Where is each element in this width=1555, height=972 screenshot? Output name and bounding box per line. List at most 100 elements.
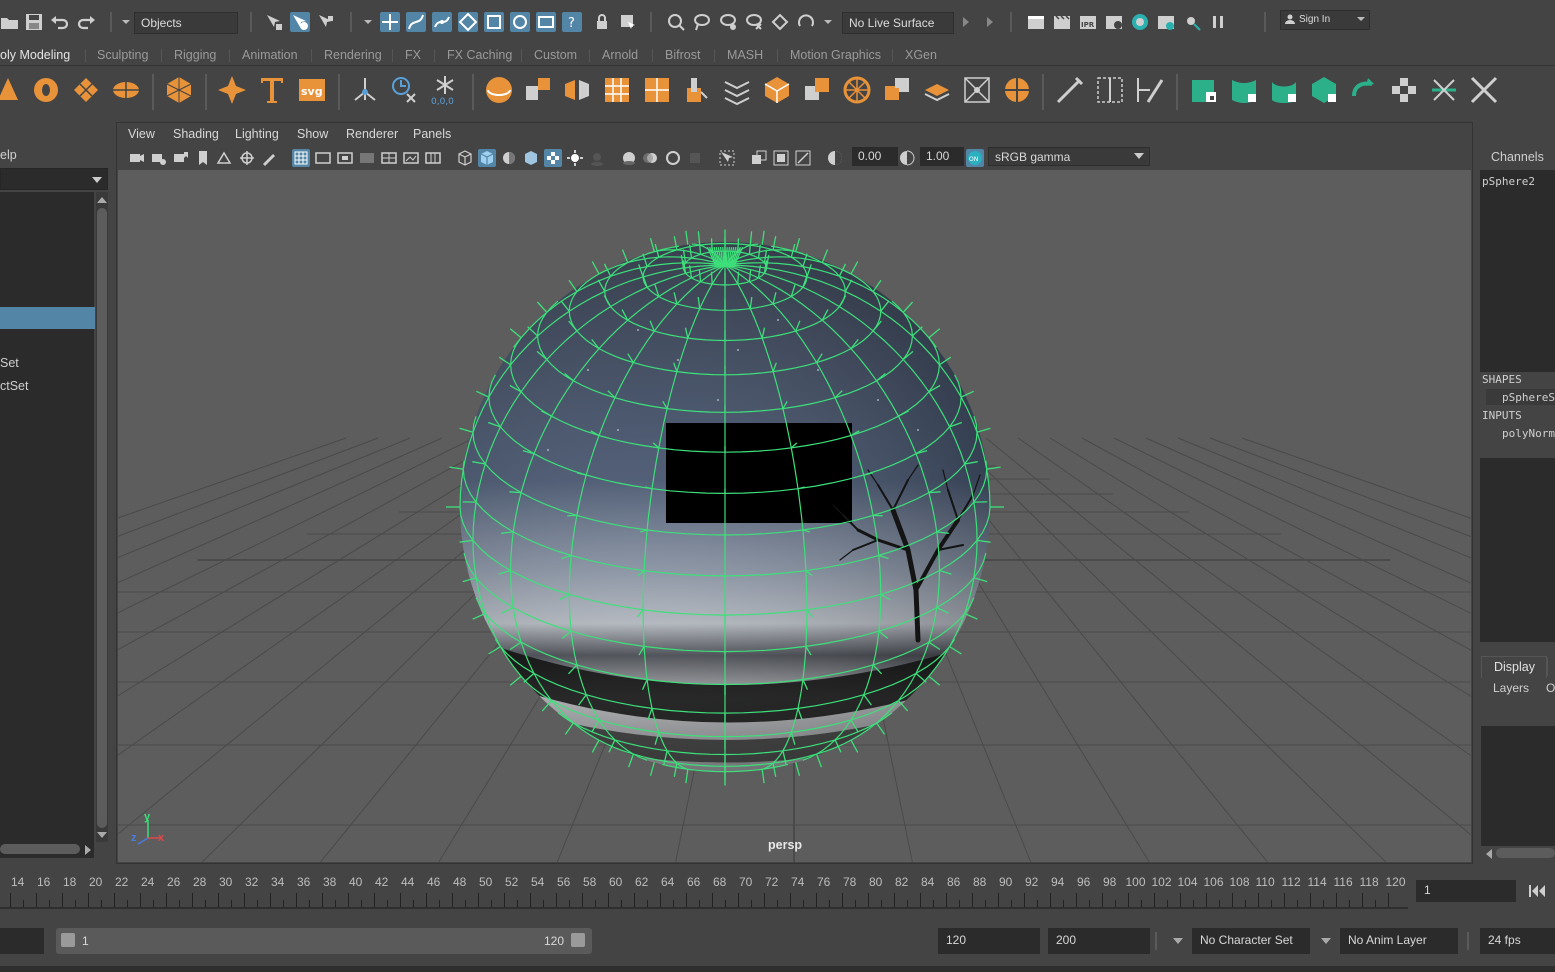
lock-icon[interactable] <box>592 12 612 32</box>
chevron-down-icon[interactable] <box>822 12 834 32</box>
chevron-down-icon[interactable] <box>1320 936 1332 946</box>
outliner-list[interactable] <box>0 192 94 858</box>
render-frame-icon[interactable] <box>1052 12 1072 32</box>
channel-box-horizontal-scrollbar[interactable] <box>1496 848 1555 858</box>
range-start-handle[interactable] <box>61 933 75 947</box>
svg-icon[interactable]: svg <box>296 74 328 106</box>
wireframe-icon[interactable] <box>456 149 474 167</box>
snap-grid-icon[interactable] <box>380 12 400 32</box>
chevron-right-icon[interactable] <box>960 12 972 32</box>
symmetry-icon[interactable] <box>510 12 530 32</box>
mirror-icon[interactable] <box>561 74 593 106</box>
shelf-tab-mash[interactable]: MASH <box>727 48 763 62</box>
smooth-shade-icon[interactable] <box>478 149 496 167</box>
shadows-icon[interactable] <box>588 149 606 167</box>
go-to-start-icon[interactable] <box>1525 882 1549 900</box>
menu-show[interactable]: Show <box>297 127 328 141</box>
tweak-select-icon[interactable] <box>744 12 764 32</box>
delete-history-icon[interactable] <box>389 74 421 106</box>
range-slider-track[interactable] <box>56 928 592 954</box>
menu-shading[interactable]: Shading <box>173 127 219 141</box>
lasso-icon[interactable] <box>692 12 712 32</box>
fps-field[interactable]: 24 fps <box>1480 928 1555 954</box>
redo-icon[interactable] <box>76 12 96 32</box>
channels-menu[interactable]: Channels <box>1491 150 1544 164</box>
select-by-hierarchy-icon[interactable] <box>264 12 284 32</box>
bridge-icon[interactable] <box>721 74 753 106</box>
hypershade-icon[interactable] <box>1130 12 1150 32</box>
planar-map-icon[interactable] <box>1228 74 1260 106</box>
open-scene-icon[interactable] <box>0 12 20 32</box>
chevron-down-icon[interactable] <box>362 12 374 32</box>
sphere-mesh[interactable] <box>446 229 1004 786</box>
shelf-tab-poly-modeling[interactable]: oly Modeling <box>0 48 70 62</box>
xray-components-icon[interactable] <box>794 149 812 167</box>
freeze-transforms-icon[interactable]: 0,0,0 <box>429 74 461 106</box>
input-node-name[interactable]: polyNorm <box>1502 427 1555 440</box>
snap-curve-icon[interactable] <box>406 12 426 32</box>
menu-panels[interactable]: Panels <box>413 127 451 141</box>
target-weld-icon[interactable] <box>1134 74 1166 106</box>
image-plane-icon[interactable] <box>216 149 234 167</box>
bookmark-icon[interactable] <box>194 149 212 167</box>
chevron-right-icon[interactable] <box>984 12 996 32</box>
pan-zoom-icon[interactable] <box>238 149 256 167</box>
exposure-field[interactable]: 0.00 <box>852 147 898 166</box>
scroll-right-icon[interactable] <box>83 844 93 856</box>
scroll-up-icon[interactable] <box>96 195 108 205</box>
render-settings-icon[interactable] <box>1104 12 1124 32</box>
xray-icon[interactable] <box>750 149 768 167</box>
scroll-down-icon[interactable] <box>96 830 108 840</box>
safe-action-icon[interactable] <box>402 149 420 167</box>
undo-icon[interactable] <box>50 12 70 32</box>
bool-intersection-icon[interactable] <box>881 74 913 106</box>
poly-disc-icon[interactable] <box>110 74 142 106</box>
multi-cut-icon[interactable] <box>1054 74 1086 106</box>
isolate-select-icon[interactable] <box>718 149 736 167</box>
extrude-icon[interactable] <box>681 74 713 106</box>
selection-mode-dropdown[interactable]: Objects <box>134 12 238 34</box>
render-setup-icon[interactable] <box>1156 12 1176 32</box>
camera-attributes-icon[interactable] <box>150 149 168 167</box>
type-text-icon[interactable] <box>256 74 288 106</box>
outliner-help-menu[interactable]: elp <box>0 148 17 162</box>
wireframe-on-shaded-icon[interactable] <box>522 149 540 167</box>
select-highlight-icon[interactable] <box>618 12 638 32</box>
sew-uv-icon[interactable] <box>1468 74 1500 106</box>
outliner-horizontal-scrollbar[interactable] <box>0 844 80 854</box>
anim-total-field[interactable]: 200 <box>1048 928 1150 954</box>
character-set-field[interactable]: No Character Set <box>1192 928 1310 954</box>
history-icon[interactable] <box>536 12 556 32</box>
reflect-icon[interactable] <box>796 12 816 32</box>
menu-lighting[interactable]: Lighting <box>235 127 279 141</box>
cylindrical-map-icon[interactable] <box>1268 74 1300 106</box>
color-management-icon[interactable]: ON <box>966 149 984 167</box>
menu-view[interactable]: View <box>128 127 155 141</box>
anim-end-field[interactable]: 120 <box>938 928 1040 954</box>
shelf-tab-sculpting[interactable]: Sculpting <box>97 48 148 62</box>
poly-split-icon[interactable] <box>1001 74 1033 106</box>
poly-torus-icon[interactable] <box>30 74 62 106</box>
resolution-gate-icon[interactable] <box>336 149 354 167</box>
paint-select-icon[interactable] <box>718 12 738 32</box>
pause-icon[interactable] <box>1208 12 1228 32</box>
xray-joints-icon[interactable] <box>772 149 790 167</box>
shelf-tab-rigging[interactable]: Rigging <box>174 48 216 62</box>
tab-display[interactable]: Display <box>1481 656 1547 678</box>
shelf-tab-fx[interactable]: FX <box>405 48 421 62</box>
unfold-icon[interactable] <box>1348 74 1380 106</box>
shelf-tab-bifrost[interactable]: Bifrost <box>665 48 700 62</box>
poly-plane-icon[interactable] <box>70 74 102 106</box>
uv-editor-icon[interactable] <box>1188 74 1220 106</box>
light-editor-icon[interactable] <box>1182 12 1202 32</box>
smooth-icon[interactable] <box>601 74 633 106</box>
outliner-item[interactable]: ctSet <box>0 379 29 393</box>
grid-icon[interactable] <box>292 149 310 167</box>
select-by-component-icon[interactable] <box>316 12 336 32</box>
shelf-tab-rendering[interactable]: Rendering <box>324 48 382 62</box>
fill-hole-icon[interactable] <box>921 74 953 106</box>
render-view-icon[interactable] <box>1026 12 1046 32</box>
soft-select-icon[interactable] <box>666 12 686 32</box>
select-by-object-icon[interactable] <box>290 12 310 32</box>
layers-menu[interactable]: Layers <box>1493 681 1529 695</box>
